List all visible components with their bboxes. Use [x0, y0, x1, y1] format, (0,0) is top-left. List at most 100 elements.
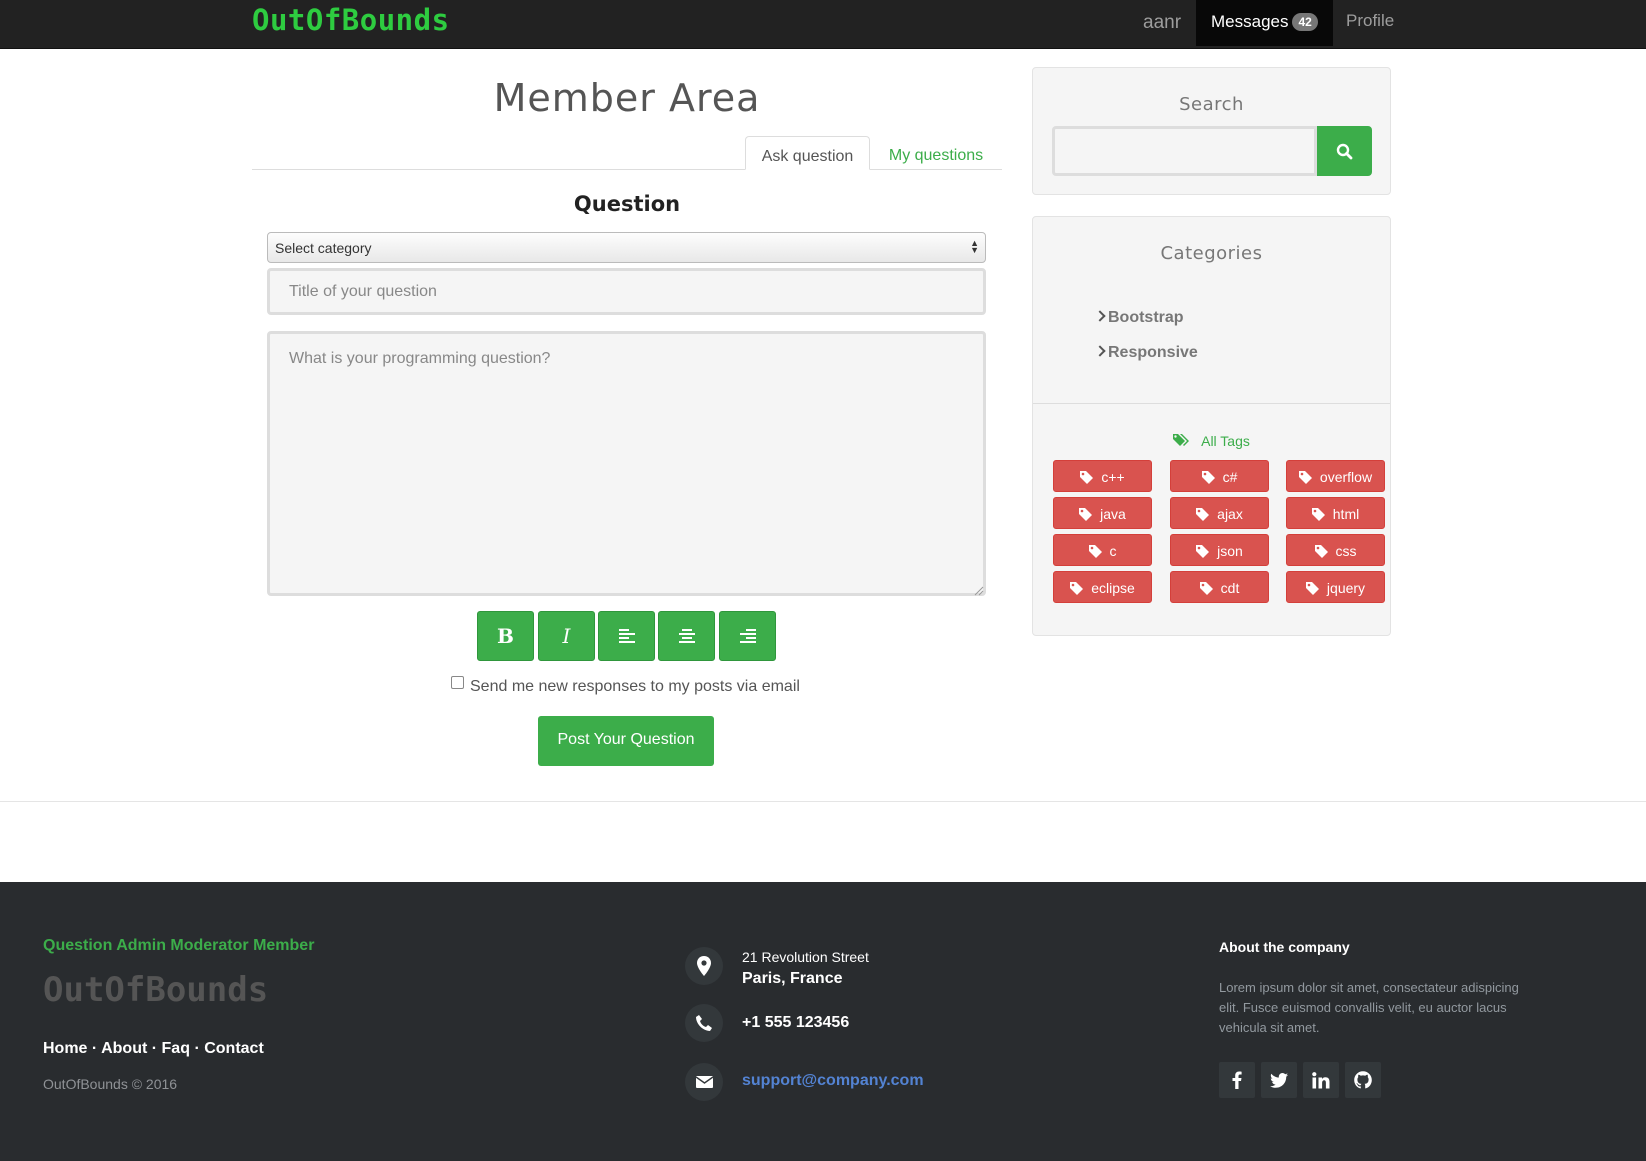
tag-icon	[1080, 471, 1094, 484]
nav-messages-label: Messages	[1211, 12, 1289, 31]
panel-divider	[1033, 403, 1390, 404]
linkedin-link[interactable]	[1303, 1062, 1339, 1098]
tag-icon	[1088, 545, 1102, 558]
tag-icon	[1070, 582, 1084, 595]
twitter-link[interactable]	[1261, 1062, 1297, 1098]
category-item-bootstrap[interactable]: Bootstrap	[1094, 309, 1184, 327]
category-item-label: Bootstrap	[1108, 309, 1184, 326]
tag-label: overflow	[1319, 469, 1373, 485]
tag-button[interactable]: java	[1053, 497, 1152, 529]
category-select[interactable]: Select category ▲ ▼	[267, 232, 986, 263]
tag-icon	[1199, 582, 1213, 595]
nav-messages-link[interactable]: Messages 42	[1196, 0, 1333, 46]
search-button[interactable]	[1317, 126, 1372, 176]
tag-button[interactable]: overflow	[1286, 460, 1385, 492]
email-notify-label[interactable]: Send me new responses to my posts via em…	[470, 678, 800, 695]
email-notify-row: Send me new responses to my posts via em…	[451, 676, 800, 696]
tag-label: html	[1332, 506, 1360, 522]
categories-panel: Categories Bootstrap Responsive All Tags…	[1032, 216, 1391, 636]
nav-profile-link[interactable]: Profile	[1346, 11, 1394, 31]
footer-logo: OutOfBounds	[43, 970, 269, 1010]
facebook-link[interactable]	[1219, 1062, 1255, 1098]
top-navbar: OutOfBounds aanr Messages 42 Profile	[0, 0, 1646, 49]
category-select-value: Select category	[275, 240, 372, 256]
footer-link-faq[interactable]: Faq	[162, 1040, 190, 1057]
page-footer: Question Admin Moderator Member OutOfBou…	[0, 882, 1646, 1161]
textarea-resize-handle[interactable]	[974, 583, 984, 596]
tag-icon	[1201, 471, 1215, 484]
tag-label: c++	[1101, 469, 1125, 485]
tag-icon	[1305, 582, 1319, 595]
page-title: Member Area	[493, 76, 761, 120]
tag-button[interactable]: json	[1170, 534, 1269, 566]
tag-button[interactable]: eclipse	[1053, 571, 1152, 603]
tag-button[interactable]: cdt	[1170, 571, 1269, 603]
messages-count-badge: 42	[1292, 13, 1318, 31]
bold-button[interactable]: B	[477, 611, 534, 661]
tag-label: c#	[1222, 469, 1238, 485]
tag-button[interactable]: css	[1286, 534, 1385, 566]
tag-label: java	[1100, 506, 1126, 522]
footer-link-about[interactable]: About	[101, 1040, 147, 1057]
category-item-responsive[interactable]: Responsive	[1094, 344, 1198, 362]
sidebar-search-input[interactable]	[1052, 126, 1317, 176]
map-marker-icon	[685, 947, 723, 985]
bold-icon: B	[497, 624, 514, 648]
align-right-button[interactable]	[719, 611, 776, 661]
tag-button[interactable]: ajax	[1170, 497, 1269, 529]
all-tags-link[interactable]: All Tags	[1033, 433, 1390, 449]
brand-logo[interactable]: OutOfBounds	[252, 3, 450, 37]
tag-label: cdt	[1220, 580, 1240, 596]
resize-grip-icon	[974, 586, 984, 596]
chevron-right-icon	[1094, 345, 1106, 357]
tag-button[interactable]: c++	[1053, 460, 1152, 492]
align-right-icon	[739, 629, 756, 643]
tag-icon	[1314, 545, 1328, 558]
tag-button[interactable]: c	[1053, 534, 1152, 566]
search-panel: Search	[1032, 67, 1391, 195]
search-panel-title: Search	[1179, 94, 1244, 115]
italic-button[interactable]: I	[538, 611, 595, 661]
question-body-textarea[interactable]: What is your programming question?	[267, 331, 986, 596]
tab-ask-question[interactable]: Ask question	[745, 136, 870, 170]
footer-link-home[interactable]: Home	[43, 1040, 87, 1057]
github-link[interactable]	[1345, 1062, 1381, 1098]
categories-panel-title: Categories	[1160, 243, 1263, 264]
tag-icon	[1311, 508, 1325, 521]
align-left-icon	[618, 629, 635, 643]
tag-label: json	[1217, 543, 1243, 559]
tag-label: eclipse	[1091, 580, 1135, 596]
email-notify-checkbox[interactable]	[451, 676, 464, 689]
tag-label: c	[1109, 543, 1117, 559]
question-form-heading: Question	[573, 192, 681, 216]
facebook-icon	[1232, 1071, 1242, 1089]
tag-label: ajax	[1217, 506, 1243, 522]
footer-email-link[interactable]: support@company.com	[742, 1072, 924, 1090]
tag-icon	[1196, 508, 1210, 521]
footer-link-separator: ·	[91, 1040, 98, 1057]
twitter-icon	[1270, 1072, 1288, 1088]
tag-button[interactable]: c#	[1170, 460, 1269, 492]
align-center-icon	[678, 629, 695, 643]
tag-button[interactable]: jquery	[1286, 571, 1385, 603]
select-arrows-icon: ▲ ▼	[970, 238, 979, 255]
tag-button[interactable]: html	[1286, 497, 1385, 529]
tag-label: jquery	[1326, 580, 1366, 596]
footer-about-text: Lorem ipsum dolor sit amet, consectateur…	[1219, 980, 1519, 1035]
tab-my-questions[interactable]: My questions	[876, 136, 996, 170]
align-left-button[interactable]	[598, 611, 655, 661]
category-item-label: Responsive	[1108, 344, 1198, 361]
footer-link-contact[interactable]: Contact	[204, 1040, 264, 1057]
post-question-button[interactable]: Post Your Question	[538, 716, 714, 766]
chevron-right-icon	[1094, 310, 1106, 322]
phone-icon	[685, 1004, 723, 1042]
footer-about-title: About the company	[1219, 939, 1350, 955]
tag-icon	[1298, 471, 1312, 484]
all-tags-label: All Tags	[1201, 433, 1250, 449]
footer-links: Home · About · Faq · Contact	[43, 1040, 264, 1058]
tag-icon	[1196, 545, 1210, 558]
nav-username[interactable]: aanr	[1143, 12, 1181, 34]
linkedin-icon	[1312, 1071, 1330, 1088]
question-title-input[interactable]: Title of your question	[267, 268, 986, 315]
align-center-button[interactable]	[658, 611, 715, 661]
